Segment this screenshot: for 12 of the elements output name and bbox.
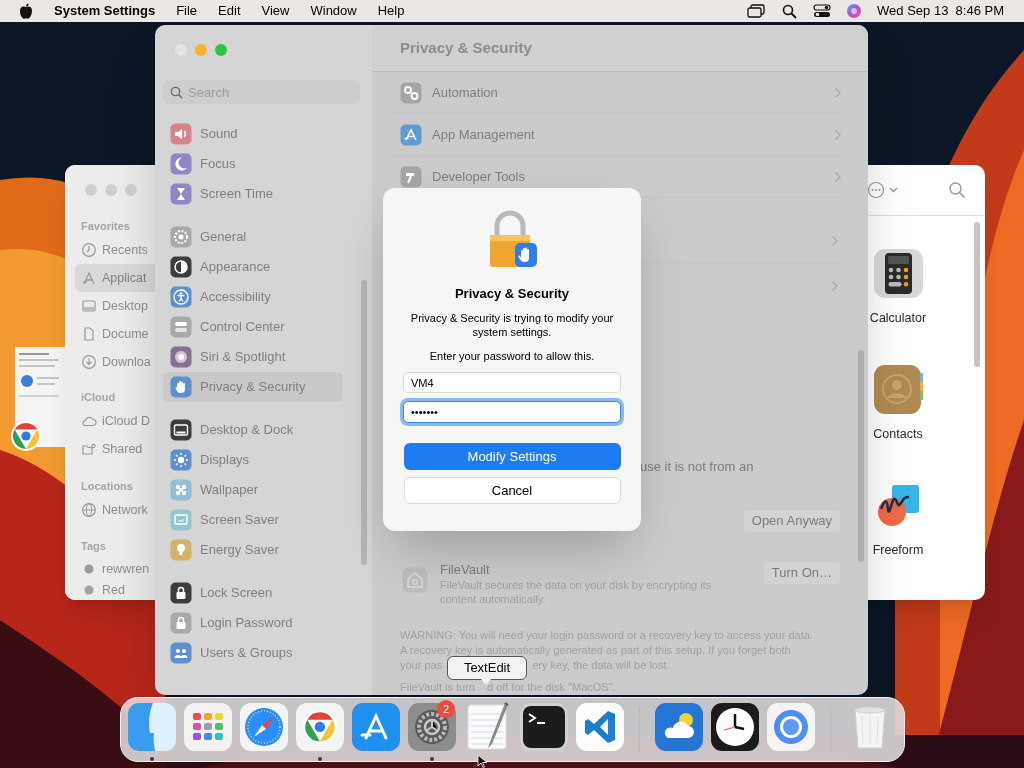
menu-item[interactable]: File: [176, 1, 198, 21]
search-icon[interactable]: [782, 3, 798, 19]
apple-icon[interactable]: [19, 3, 33, 19]
menu-item[interactable]: Help: [377, 1, 405, 21]
windows-icon[interactable]: [747, 4, 766, 18]
toggles-icon[interactable]: [813, 4, 832, 18]
menu-item[interactable]: Window: [310, 1, 357, 21]
menu-item[interactable]: View: [261, 1, 290, 21]
app-name[interactable]: System Settings: [54, 1, 156, 21]
clock[interactable]: Wed Sep 13 8:46 PM: [877, 1, 1004, 21]
menu-item[interactable]: Edit: [218, 1, 241, 21]
orb-icon[interactable]: [846, 3, 863, 19]
